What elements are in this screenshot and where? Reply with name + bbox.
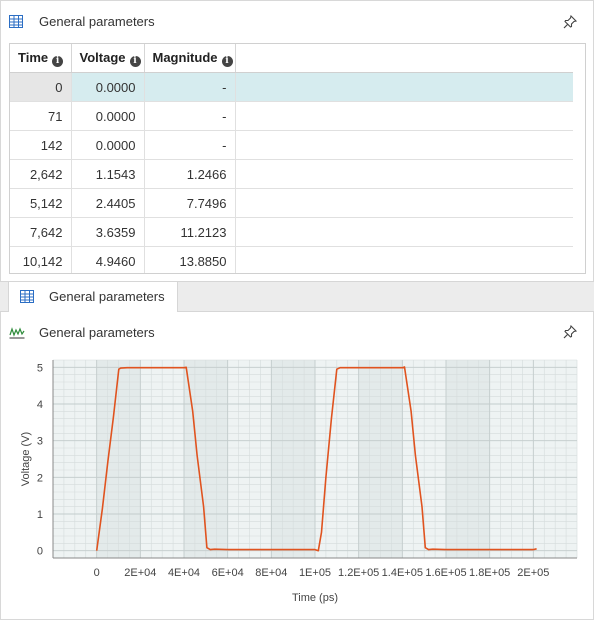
cell-voltage[interactable]: 2.4405 [71,188,145,218]
table-panel-header: General parameters [0,0,594,44]
x-axis-title: Time (ps) [292,592,338,604]
cell-time[interactable]: 71 [10,101,72,131]
pin-icon[interactable] [563,15,577,29]
cell-time[interactable]: 5,142 [10,188,72,218]
table-row[interactable]: 0 0.0000 - [10,72,573,102]
cell-magnitude[interactable]: 1.2466 [144,159,236,189]
cell-empty[interactable] [235,130,573,160]
column-header-label: Voltage [79,49,126,65]
chart-panel-header: General parameters [0,312,594,352]
cell-time[interactable]: 0 [10,72,72,102]
column-header-label: Time [18,49,49,65]
data-grid[interactable]: Time i Voltage i Magnitude i 0 0.0000 - 71 … [9,43,586,274]
cell-magnitude[interactable]: - [144,101,236,131]
table-header-row: Time i Voltage i Magnitude i [10,44,573,73]
table-icon [9,15,23,28]
cell-magnitude[interactable]: - [144,130,236,160]
cell-time[interactable]: 142 [10,130,72,160]
info-icon[interactable]: i [129,55,141,67]
table-row[interactable]: 5,142 2.4405 7.7496 [10,188,573,218]
cell-voltage[interactable]: 0.0000 [71,130,145,160]
cell-magnitude[interactable]: 13.8850 [144,246,236,273]
x-tick-label: 1E+05 [299,567,331,579]
x-tick-label: 1.2E+05 [338,567,379,579]
vertical-scrollbar[interactable] [582,73,586,273]
scroll-up-arrow-icon[interactable] [585,77,586,82]
cell-empty[interactable] [235,246,573,273]
pin-icon[interactable] [563,325,577,339]
scrollbar-thumb[interactable] [585,87,586,103]
column-header-voltage[interactable]: Voltage i [71,44,145,73]
cell-empty[interactable] [235,159,573,189]
cell-magnitude[interactable]: - [144,72,236,102]
cell-voltage[interactable]: 0.0000 [71,101,145,131]
cell-time[interactable]: 10,142 [10,246,72,273]
y-tick-label: 4 [37,399,43,411]
column-header-label: Magnitude [152,49,218,65]
cell-magnitude[interactable]: 7.7496 [144,188,236,218]
cell-empty[interactable] [235,72,573,102]
scroll-down-arrow-icon[interactable] [585,264,586,269]
y-axis-title: Voltage (V) [20,432,32,486]
tab-strip: General parameters [0,281,594,312]
cell-empty[interactable] [235,101,573,131]
y-tick-label: 3 [37,436,43,448]
column-header-magnitude[interactable]: Magnitude i [144,44,236,73]
x-tick-label: 1.8E+05 [469,567,510,579]
y-tick-label: 5 [37,362,43,374]
tab-general-parameters[interactable]: General parameters [8,282,178,312]
waveform-icon [9,327,25,339]
chart-panel-title: General parameters [39,325,155,340]
table-row[interactable]: 142 0.0000 - [10,130,573,160]
y-tick-label: 1 [37,509,43,521]
cell-voltage[interactable]: 0.0000 [71,72,145,102]
table-panel-title: General parameters [39,14,155,29]
cell-voltage[interactable]: 4.9460 [71,246,145,273]
info-icon[interactable]: i [221,55,233,67]
column-header-time[interactable]: Time i [10,44,72,73]
cell-time[interactable]: 2,642 [10,159,72,189]
data-table: Time i Voltage i Magnitude i 0 0.0000 - 71 … [10,44,573,273]
x-tick-label: 1.6E+05 [425,567,466,579]
info-icon[interactable]: i [52,55,64,67]
column-header-empty [235,44,573,73]
cell-voltage[interactable]: 3.6359 [71,217,145,247]
table-row[interactable]: 71 0.0000 - [10,101,573,131]
x-tick-label: 0 [94,567,100,579]
x-tick-label: 6E+04 [212,567,244,579]
x-tick-label: 2E+04 [124,567,156,579]
cell-magnitude[interactable]: 11.2123 [144,217,236,247]
cell-empty[interactable] [235,217,573,247]
cell-voltage[interactable]: 1.1543 [71,159,145,189]
x-tick-label: 4E+04 [168,567,200,579]
voltage-chart[interactable]: 0 2E+04 4E+04 6E+04 8E+04 1E+05 1.2E+05 1.4E+05… [0,352,594,614]
cell-time[interactable]: 7,642 [10,217,72,247]
tab-label: General parameters [49,289,165,304]
x-tick-label: 8E+04 [255,567,287,579]
cell-empty[interactable] [235,188,573,218]
x-tick-label: 2E+05 [517,567,549,579]
table-row[interactable]: 7,642 3.6359 11.2123 [10,217,573,247]
x-tick-label: 1.4E+05 [382,567,423,579]
y-tick-label: 2 [37,472,43,484]
y-tick-label: 0 [37,546,43,558]
table-row[interactable]: 2,642 1.1543 1.2466 [10,159,573,189]
table-row[interactable]: 10,142 4.9460 13.8850 [10,246,573,273]
table-icon [20,290,34,303]
